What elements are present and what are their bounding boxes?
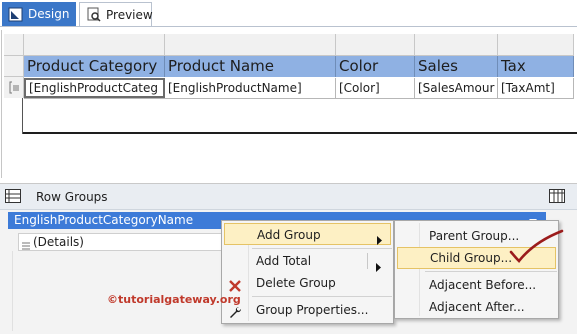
row-groups-header: Row Groups <box>0 184 577 210</box>
menu-item-add-group[interactable]: Add Group <box>224 223 391 245</box>
menu-item-group-properties-label: Group Properties... <box>256 303 369 317</box>
design-icon <box>8 7 23 22</box>
detail-cell-product-category[interactable]: [EnglishProductCateg <box>24 78 165 98</box>
tab-preview[interactable]: Preview <box>79 2 153 26</box>
header-cell-tax[interactable]: Tax <box>498 56 574 77</box>
detail-cell-product-name[interactable]: [EnglishProductName] <box>165 78 336 98</box>
split-divider <box>367 253 368 269</box>
column-handle-1[interactable] <box>24 34 165 56</box>
tab-design[interactable]: Design <box>2 2 76 26</box>
row-groups-icon <box>5 189 21 206</box>
group-item-details[interactable]: (Details) <box>18 233 228 251</box>
properties-wrench-icon <box>229 304 242 326</box>
menu-separator <box>252 248 392 249</box>
submenu-separator <box>425 271 557 272</box>
header-cell-color[interactable]: Color <box>336 56 415 77</box>
tab-divider <box>0 26 577 27</box>
corner-handle[interactable] <box>4 34 24 56</box>
column-handle-3[interactable] <box>336 34 415 56</box>
details-group-icon <box>9 81 20 97</box>
menu-item-add-total[interactable]: Add Total <box>224 250 391 272</box>
menu-item-group-properties[interactable]: Group Properties... <box>224 299 391 321</box>
detail-row-handle[interactable] <box>4 77 24 98</box>
detail-cell-tax[interactable]: [TaxAmt] <box>498 78 574 98</box>
checkmark-annotation-icon <box>509 229 564 263</box>
detail-cell-color[interactable]: [Color] <box>336 78 415 98</box>
preview-icon <box>86 7 101 22</box>
menu-item-delete-group[interactable]: Delete Group <box>224 272 391 294</box>
menu-separator <box>252 296 392 297</box>
column-handle-4[interactable] <box>415 34 498 56</box>
details-lines-icon <box>22 238 30 254</box>
tab-design-label: Design <box>28 7 70 21</box>
watermark-text: ©tutorialgateway.org <box>107 293 241 306</box>
header-cell-sales[interactable]: Sales <box>415 56 498 77</box>
column-handle-5[interactable] <box>498 34 574 56</box>
menu-item-delete-group-label: Delete Group <box>256 276 336 290</box>
menu-item-add-total-label: Add Total <box>256 254 312 268</box>
column-handle-2[interactable] <box>165 34 336 56</box>
header-row-handle[interactable] <box>4 56 24 77</box>
column-groups-icon[interactable] <box>549 189 565 206</box>
header-cell-product-name[interactable]: Product Name <box>165 56 336 77</box>
detail-cell-sales[interactable]: [SalesAmour <box>415 78 498 98</box>
tree-guide-line <box>12 251 13 331</box>
menu-item-add-group-label: Add Group <box>257 228 321 242</box>
body-bottom-edge <box>22 132 577 134</box>
surface-left-border <box>1 30 2 178</box>
header-cell-product-category[interactable]: Product Category <box>24 56 165 77</box>
table-bottom-line <box>24 98 574 99</box>
row-groups-title: Row Groups <box>36 190 108 204</box>
tab-preview-label: Preview <box>106 7 153 22</box>
submenu-item-adjacent-before[interactable]: Adjacent Before... <box>397 274 556 296</box>
group-context-menu: Add Group Add Total Delete Group Group P… <box>221 220 394 324</box>
view-tab-strip: Design Preview <box>0 0 577 28</box>
tablix-table[interactable]: Product Category Product Name Color Sale… <box>4 34 574 100</box>
details-label: (Details) <box>33 235 84 249</box>
submenu-item-adjacent-after[interactable]: Adjacent After... <box>397 296 556 318</box>
